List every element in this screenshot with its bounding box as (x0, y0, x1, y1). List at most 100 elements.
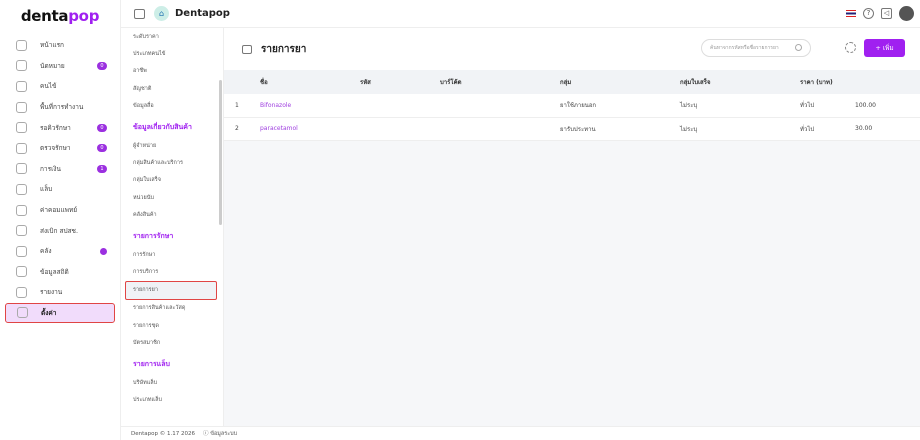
submenu-item[interactable]: การบริการ (121, 263, 223, 280)
sidebar-item-report[interactable]: รายงาน (5, 282, 115, 303)
sidebar-item-label: หน้าแรก (40, 41, 64, 50)
submenu-item[interactable]: ระดับราคา (121, 28, 223, 45)
sidebar-item-label: รอคิวรักษา (40, 123, 71, 132)
add-button[interactable]: + เพิ่ม (864, 39, 905, 57)
table-cell: 1 (224, 94, 260, 118)
submenu-section-header: ข้อมูลเกี่ยวกับสินค้า (133, 122, 192, 131)
submenu-item[interactable]: กลุ่มสินค้าและบริการ (121, 154, 223, 171)
sidebar-item-user[interactable]: คนไข้ (5, 76, 115, 97)
column-header: ชื่อ (260, 70, 360, 94)
sidebar-item-label: ตั้งค่า (41, 308, 57, 317)
medicine-name-link[interactable]: Bifonazole (260, 94, 360, 118)
percent-icon (16, 204, 27, 216)
notification-dot (100, 247, 107, 255)
announcement-icon[interactable]: ◁ (881, 8, 892, 19)
language-flag-icon[interactable] (846, 10, 856, 17)
medicine-table: ชื่อ รหัส บาร์โค้ด กลุ่ม กลุ่มใบเสร็จ ราคา (บ… (224, 70, 920, 141)
submenu-section-header: รายการแล็บ (133, 359, 170, 368)
dental-chair-icon (16, 122, 27, 134)
search-input[interactable]: ค้นหาจากรหัสหรือชื่อรายการยา (701, 39, 811, 57)
table-cell: ยาใช้ภายนอก (560, 94, 680, 118)
sidebar-item-label: ค่าคอมแพทย์ (40, 206, 78, 215)
submenu-item[interactable]: การรักษา (121, 246, 223, 263)
home-icon (16, 39, 27, 51)
sidebar-item-box[interactable]: คลัง (5, 241, 115, 262)
sidebar: denta pop หน้าแรกนัดหมาย 0 คนไข้พื้นที่การท… (0, 0, 121, 440)
submenu-item[interactable]: คลังสินค้า (121, 207, 223, 224)
count-badge: 0 (97, 144, 107, 153)
sidebar-item-percent[interactable]: ค่าคอมแพทย์ (5, 200, 115, 221)
sidebar-toggle-icon[interactable] (134, 8, 145, 19)
settings-submenu: ระดับราคา ประเภทคนไข้ อาชีพ สัญชาติ ข้อมูลสื… (121, 28, 224, 426)
submenu-item[interactable]: รายการสินค้าและวัสดุ (121, 300, 223, 317)
page-title: รายการยา (261, 43, 307, 55)
sidebar-item-label: คนไข้ (40, 82, 57, 91)
submenu-item[interactable]: ประเภทแล็บ (121, 391, 223, 408)
report-icon (16, 286, 27, 298)
sidebar-item-label: พื้นที่การทำงาน (40, 103, 84, 112)
search-icon (795, 44, 802, 51)
sidebar-item-workspace[interactable]: พื้นที่การทำงาน (5, 97, 115, 118)
column-header: บาร์โค้ด (440, 70, 560, 94)
tools-icon (16, 142, 27, 154)
calendar-icon (16, 60, 27, 72)
sidebar-item-home[interactable]: หน้าแรก (5, 35, 115, 56)
clinic-home-icon: ⌂ (154, 6, 169, 21)
table-cell: ไม่ระบุ (680, 117, 800, 141)
table-cell (440, 117, 560, 141)
table-cell (360, 117, 440, 141)
sidebar-item-stats[interactable]: ข้อมูลสถิติ (5, 262, 115, 283)
sidebar-item-money[interactable]: การเงิน 1 (5, 159, 115, 180)
gear-icon (17, 307, 28, 319)
submenu-scrollbar[interactable] (219, 80, 222, 225)
table-row[interactable]: 1 Bifonazole ยาใช้ภายนอก ไม่ระบุ ทั่วไป 100.0… (224, 94, 920, 118)
table-cell (360, 94, 440, 118)
table-row[interactable]: 2 paracetamol ยารับประทาน ไม่ระบุ ทั่วไป 30.0… (224, 117, 920, 141)
sidebar-item-label: รายงาน (40, 288, 63, 297)
sidebar-item-dental-chair[interactable]: รอคิวรักษา 0 (5, 117, 115, 138)
count-badge: 1 (97, 164, 107, 173)
table-cell: ทั่วไป (800, 117, 855, 141)
table-cell: ยารับประทาน (560, 117, 680, 141)
submenu-item[interactable]: หน่วยนับ (121, 189, 223, 206)
avatar[interactable] (899, 6, 914, 21)
table-cell: 30.00 (855, 117, 920, 141)
column-header (224, 70, 260, 94)
medicine-name-link[interactable]: paracetamol (260, 117, 360, 141)
submenu-item[interactable]: รายการยา (125, 280, 217, 300)
stats-icon (16, 266, 27, 278)
sidebar-item-calendar[interactable]: นัดหมาย 0 (5, 56, 115, 77)
footer: Dentapop © 1.17 2026 ⓘ ข้อมูลระบบ (121, 426, 920, 440)
main-content: รายการยา ค้นหาจากรหัสหรือชื่อรายการยา + … (224, 28, 920, 426)
submenu-item[interactable]: กลุ่มใบเสร็จ (121, 172, 223, 189)
money-icon (16, 163, 27, 175)
tooth-icon (16, 183, 27, 195)
sidebar-item-tooth[interactable]: แล็บ (5, 179, 115, 200)
panel-icon[interactable] (242, 44, 252, 54)
submenu-item[interactable]: อาชีพ (121, 63, 223, 80)
count-badge: 0 (97, 61, 107, 70)
submenu-item[interactable]: ข้อมูลสื่อ (121, 98, 223, 115)
submenu-item[interactable]: บัตรสมาชิก (121, 334, 223, 351)
gear-icon[interactable] (845, 42, 856, 53)
version-text: Dentapop © 1.17 2026 (131, 430, 195, 437)
topbar: ⌂ Dentapop ? ◁ (121, 0, 920, 28)
system-info-link[interactable]: ⓘ ข้อมูลระบบ (203, 429, 237, 438)
user-icon (16, 80, 27, 92)
cloud-icon (16, 225, 27, 237)
submenu-item[interactable]: สัญชาติ (121, 80, 223, 97)
submenu-item[interactable]: ผู้จำหน่าย (121, 137, 223, 154)
sidebar-nav: หน้าแรกนัดหมาย 0 คนไข้พื้นที่การทำงานรอคิว… (0, 35, 120, 323)
sidebar-item-label: การเงิน (40, 164, 61, 173)
sidebar-item-cloud[interactable]: ส่งเบิก สปสช. (5, 220, 115, 241)
workspace-icon (16, 101, 27, 113)
sidebar-item-tools[interactable]: ตรวจรักษา 0 (5, 138, 115, 159)
submenu-item[interactable]: รายการชุด (121, 317, 223, 334)
logo[interactable]: denta pop (0, 0, 120, 32)
help-icon[interactable]: ? (863, 8, 874, 19)
submenu-item[interactable]: ประเภทคนไข้ (121, 45, 223, 62)
submenu-item[interactable]: บริษัทแล็บ (121, 374, 223, 391)
column-header: ราคา (บาท) (800, 70, 855, 94)
sidebar-item-gear[interactable]: ตั้งค่า (5, 302, 115, 323)
column-header (855, 70, 920, 94)
